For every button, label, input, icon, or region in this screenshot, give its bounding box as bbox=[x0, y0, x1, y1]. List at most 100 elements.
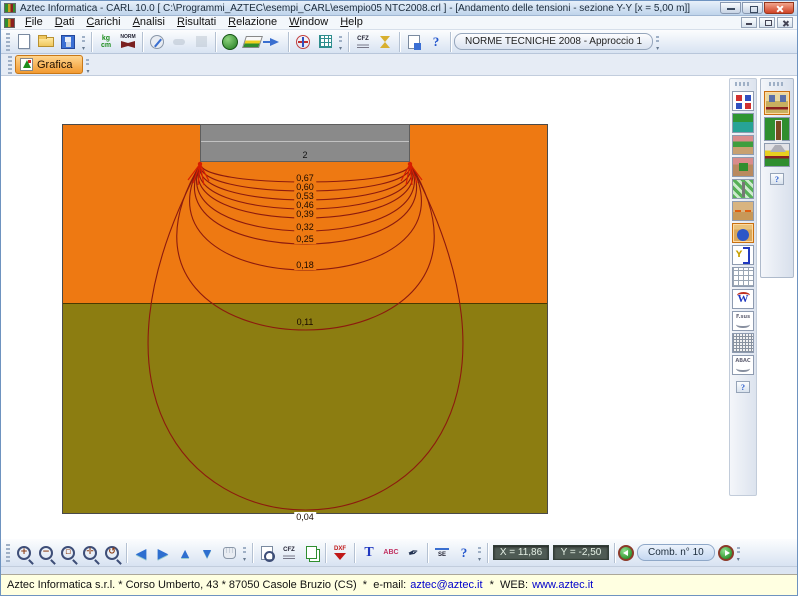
workspace: 2 0,670,600,530,460,390,320,250,180,110,… bbox=[1, 76, 797, 538]
toolbar-grip[interactable] bbox=[6, 33, 10, 51]
new-document-icon bbox=[18, 34, 30, 49]
abc-icon: ABC bbox=[383, 549, 398, 556]
open-file-button[interactable] bbox=[35, 31, 57, 53]
text-tool-button[interactable]: T bbox=[358, 542, 380, 564]
norme-dropdown[interactable]: NORME TECNICHE 2008 - Approccio 1 bbox=[454, 33, 653, 50]
child-restore-button[interactable] bbox=[759, 17, 775, 28]
resize-strip bbox=[1, 566, 797, 574]
units-button[interactable]: kg cm bbox=[95, 31, 117, 53]
menu-item-file[interactable]: File bbox=[19, 16, 49, 29]
toolbar-grip[interactable] bbox=[6, 544, 10, 562]
strip-help-button[interactable]: ? bbox=[736, 381, 750, 393]
menu-item-window[interactable]: Window bbox=[283, 16, 334, 29]
save-button[interactable] bbox=[57, 31, 79, 53]
tab-grip[interactable] bbox=[8, 56, 12, 74]
grid-settings-button[interactable] bbox=[314, 31, 336, 53]
close-button[interactable] bbox=[764, 2, 794, 14]
word-export-icon[interactable]: W bbox=[732, 289, 754, 309]
globe-view-button[interactable] bbox=[219, 31, 241, 53]
pan-up-button[interactable]: ▲ bbox=[174, 542, 196, 564]
pan-hand-button[interactable] bbox=[218, 542, 240, 564]
zoom-in-icon: + bbox=[17, 546, 31, 560]
cfz-edit-icon: CFZ bbox=[283, 547, 295, 559]
copy-view-button[interactable] bbox=[300, 542, 322, 564]
restore-button[interactable] bbox=[742, 2, 763, 14]
arrow-down-icon: ▼ bbox=[200, 546, 214, 560]
child-minimize-button[interactable] bbox=[741, 17, 757, 28]
pan-left-button[interactable]: ◀ bbox=[130, 542, 152, 564]
child-window-icon[interactable] bbox=[4, 18, 15, 28]
stop-button-disabled bbox=[190, 31, 212, 53]
soil-profile-icon[interactable] bbox=[732, 113, 754, 133]
pan-down-button[interactable]: ▼ bbox=[196, 542, 218, 564]
zoom-out-button[interactable]: − bbox=[35, 542, 57, 564]
palette-help-button[interactable]: ? bbox=[770, 173, 784, 185]
zoom-extents-button[interactable]: ✛ bbox=[79, 542, 101, 564]
print-preview-button[interactable] bbox=[256, 542, 278, 564]
section-y-icon[interactable]: Y bbox=[732, 245, 754, 265]
menu-item-relazione[interactable]: Relazione bbox=[222, 16, 283, 29]
help-button[interactable]: ? bbox=[425, 31, 447, 53]
menu-item-dati[interactable]: Dati bbox=[49, 16, 81, 29]
toolbar-overflow[interactable] bbox=[240, 543, 249, 563]
drawing-canvas[interactable]: 2 0,670,600,530,460,390,320,250,180,110,… bbox=[1, 76, 723, 538]
stop-icon bbox=[196, 36, 207, 47]
abac-chart-icon[interactable]: ABAC bbox=[732, 355, 754, 375]
app-icon bbox=[4, 3, 16, 13]
prev-combination-button[interactable] bbox=[618, 545, 634, 561]
export-report-button[interactable] bbox=[403, 31, 425, 53]
fsus-curve-icon[interactable]: F.sus bbox=[732, 311, 754, 331]
minimize-button[interactable] bbox=[720, 2, 741, 14]
menu-item-risultati[interactable]: Risultati bbox=[171, 16, 222, 29]
stratigraphy-icon[interactable] bbox=[732, 135, 754, 155]
next-combination-button[interactable] bbox=[718, 545, 734, 561]
toolbar-overflow[interactable] bbox=[79, 32, 88, 52]
menu-item-help[interactable]: Help bbox=[334, 16, 369, 29]
label-tool-button[interactable]: ABC bbox=[380, 542, 402, 564]
palette-grip[interactable] bbox=[769, 82, 785, 86]
child-close-button[interactable] bbox=[777, 17, 793, 28]
section-arrow-button[interactable] bbox=[263, 31, 285, 53]
toolbar-overflow[interactable] bbox=[653, 32, 662, 52]
tab-overflow[interactable] bbox=[83, 55, 92, 75]
toolbar-overflow[interactable] bbox=[734, 543, 743, 563]
arrow-right-icon: ▶ bbox=[158, 546, 169, 560]
embankment-icon[interactable] bbox=[764, 143, 790, 167]
tab-grafica[interactable]: Grafica bbox=[15, 55, 83, 74]
dxf-export-button[interactable]: DXF bbox=[329, 542, 351, 564]
load-diagram-icon[interactable] bbox=[732, 201, 754, 221]
zoom-previous-button[interactable]: ↺ bbox=[101, 542, 123, 564]
status-email-link[interactable]: aztec@aztec.it bbox=[410, 579, 482, 591]
menu-item-analisi[interactable]: Analisi bbox=[127, 16, 171, 29]
menu-item-carichi[interactable]: Carichi bbox=[80, 16, 126, 29]
pan-right-button[interactable]: ▶ bbox=[152, 542, 174, 564]
combination-selector[interactable]: Comb. n° 10 bbox=[637, 544, 715, 561]
measure-tool-button[interactable] bbox=[146, 31, 168, 53]
rotate-view-button[interactable] bbox=[292, 31, 314, 53]
layers-button[interactable] bbox=[241, 31, 263, 53]
zoom-window-button[interactable]: ▫ bbox=[57, 542, 79, 564]
annotate-button[interactable]: ✒ bbox=[402, 542, 424, 564]
toolbar-overflow[interactable] bbox=[336, 32, 345, 52]
pressure-bulb-icon[interactable] bbox=[732, 223, 754, 243]
help-button-bottom[interactable]: ? bbox=[453, 542, 475, 564]
status-web-link[interactable]: www.aztec.it bbox=[532, 579, 593, 591]
cfz-edit-button[interactable]: CFZ bbox=[278, 542, 300, 564]
vertical-section-icon[interactable] bbox=[764, 117, 790, 141]
cfz-button[interactable]: CFZ bbox=[352, 31, 374, 53]
footings-model-icon[interactable] bbox=[764, 91, 790, 115]
new-document-button[interactable] bbox=[13, 31, 35, 53]
toolbar-overflow[interactable] bbox=[475, 543, 484, 563]
norm-button[interactable]: NORM bbox=[117, 31, 139, 53]
measure-section-button[interactable]: SE bbox=[431, 542, 453, 564]
pile-drill-icon[interactable] bbox=[732, 179, 754, 199]
separator bbox=[142, 32, 143, 52]
print-preview-icon bbox=[261, 546, 273, 560]
matrix-table-icon[interactable] bbox=[732, 333, 754, 353]
zoom-in-button[interactable]: + bbox=[13, 542, 35, 564]
strip-grip[interactable] bbox=[735, 82, 751, 86]
analysis-run-button[interactable] bbox=[374, 31, 396, 53]
color-legend-icon[interactable] bbox=[732, 91, 754, 111]
foundation-excavation-icon[interactable] bbox=[732, 157, 754, 177]
results-table-icon[interactable] bbox=[732, 267, 754, 287]
